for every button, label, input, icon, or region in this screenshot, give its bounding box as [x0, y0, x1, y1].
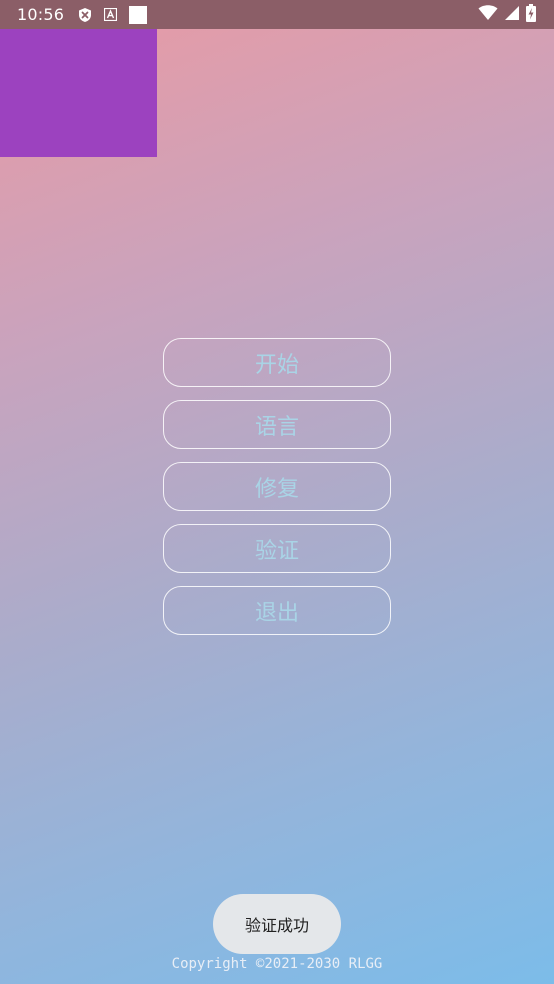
- battery-charging-icon: [526, 3, 536, 26]
- signal-icon: [504, 5, 520, 25]
- status-right-icons: [478, 3, 536, 26]
- toast-message: 验证成功: [213, 894, 341, 954]
- language-button[interactable]: 语言: [163, 400, 391, 449]
- white-square-icon: [129, 5, 148, 24]
- repair-button[interactable]: 修复: [163, 462, 391, 511]
- main-menu: 开始 语言 修复 验证 退出: [163, 338, 391, 648]
- status-time: 10:56: [17, 5, 65, 24]
- wifi-icon: [478, 4, 498, 25]
- exit-button[interactable]: 退出: [163, 586, 391, 635]
- verify-button[interactable]: 验证: [163, 524, 391, 573]
- purple-banner-block: [0, 29, 157, 157]
- start-button[interactable]: 开始: [163, 338, 391, 387]
- status-bar: 10:56: [0, 0, 554, 29]
- copyright-text: Copyright ©2021-2030 RLGG: [171, 956, 383, 972]
- shield-x-icon: [78, 7, 92, 23]
- font-a-icon: [104, 8, 118, 21]
